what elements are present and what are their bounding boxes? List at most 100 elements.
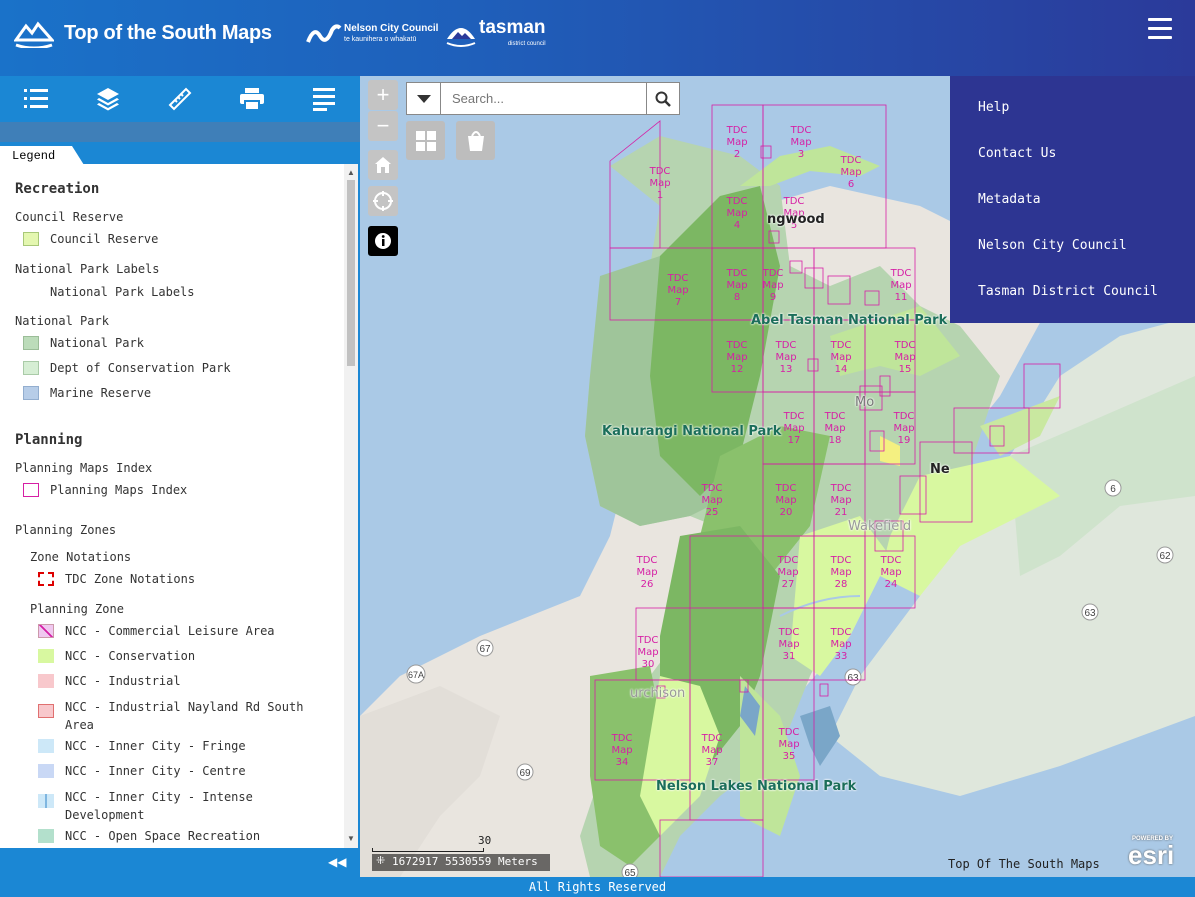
map-sheet-label: TDC xyxy=(830,340,852,351)
legend-item-label: NCC - Conservation xyxy=(65,649,196,663)
legend-item-label: Marine Reserve xyxy=(50,386,152,400)
map-sheet-label: TDC xyxy=(775,340,797,351)
legend-item-tdc-zone-notations: TDC Zone Notations xyxy=(38,572,195,586)
map-sheet-label: 28 xyxy=(835,579,848,590)
bag-icon xyxy=(467,130,484,151)
map-sheet-label: Map xyxy=(790,137,811,148)
zoom-out-button[interactable]: − xyxy=(368,111,398,141)
map-sheet-label: 7 xyxy=(675,297,681,308)
map-sheet-label: TDC xyxy=(777,555,799,566)
map-sheet-label: TDC xyxy=(890,268,912,279)
hwy-label: 69 xyxy=(519,768,531,779)
hamburger-menu-icon[interactable] xyxy=(1148,18,1172,42)
app-title: Top of the South Maps xyxy=(64,21,272,44)
menu-item-metadata[interactable]: Metadata xyxy=(978,192,1041,207)
plus-icon: + xyxy=(376,82,390,107)
map-sheet-label: TDC xyxy=(778,627,800,638)
legend-item-label: Planning Maps Index xyxy=(50,483,188,497)
measure-tool-button[interactable] xyxy=(144,76,216,122)
scroll-up-icon[interactable]: ▲ xyxy=(347,168,355,177)
esri-wordmark: esri xyxy=(1128,840,1175,870)
legend-tool-button[interactable] xyxy=(0,76,72,122)
hwy-label: 62 xyxy=(1159,551,1171,562)
print-tool-button[interactable] xyxy=(216,76,288,122)
hwy-label: 63 xyxy=(1084,608,1096,619)
esri-logo[interactable]: POWERED BY esri xyxy=(1128,836,1175,871)
map-sheet-label: Map xyxy=(726,208,747,219)
collapse-panel-icon[interactable]: ◀◀ xyxy=(328,855,346,869)
legend-item-label: NCC - Commercial Leisure Area xyxy=(65,624,275,638)
search-box xyxy=(406,82,680,115)
map-sheet-label: Map xyxy=(830,639,851,650)
legend-item-marine-reserve: Marine Reserve xyxy=(23,386,151,400)
map-sheet-label: 31 xyxy=(783,651,796,662)
map-sheet-label: Map xyxy=(636,567,657,578)
group-np-labels: National Park Labels xyxy=(15,262,160,276)
map-sheet-label: TDC xyxy=(830,555,852,566)
menu-item-tdc[interactable]: Tasman District Council xyxy=(978,284,1158,299)
layers-tool-button[interactable] xyxy=(72,76,144,122)
map-sheet-label: 24 xyxy=(885,579,898,590)
legend-scrollbar[interactable]: ▲ ▼ xyxy=(344,164,358,848)
zoom-in-button[interactable]: + xyxy=(368,80,398,110)
map-sheet-label: TDC xyxy=(701,483,723,494)
home-button[interactable] xyxy=(368,150,398,180)
map-sheet-label: 3 xyxy=(798,149,804,160)
legend-item-np-labels: National Park Labels xyxy=(50,285,195,299)
tab-legend[interactable]: Legend xyxy=(0,146,84,165)
identify-button[interactable] xyxy=(368,226,398,256)
ruler-icon xyxy=(168,87,192,111)
map-sheet-label: TDC xyxy=(649,166,671,177)
search-button[interactable] xyxy=(646,83,679,114)
group-planning-zone: Planning Zone xyxy=(30,602,124,616)
nelson-label: Ne xyxy=(930,462,950,477)
map-sheet-label: Map xyxy=(840,167,861,178)
app-logo[interactable]: Top of the South Maps xyxy=(14,18,272,48)
swatch xyxy=(38,572,54,586)
map-sheet-label: 13 xyxy=(780,364,793,375)
map-sheet-label: Map xyxy=(701,495,722,506)
legend-item-conservation: NCC - Conservation xyxy=(38,649,195,663)
map-sheet-label: TDC xyxy=(840,155,862,166)
toolbar-subbar xyxy=(0,122,360,142)
legend-item-label: NCC - Industrial Nayland Rd South Area xyxy=(65,700,304,732)
map-sheet-label: 30 xyxy=(642,659,655,670)
group-council-reserve: Council Reserve xyxy=(15,210,124,224)
search-input[interactable] xyxy=(441,83,646,114)
ncc-wave-icon xyxy=(306,24,342,43)
more-tool-button[interactable] xyxy=(288,76,360,122)
tdc-mountain-icon xyxy=(446,28,476,47)
swatch xyxy=(38,704,54,718)
map-sheet-label: 21 xyxy=(835,507,848,518)
map-sheet-label: Map xyxy=(775,495,796,506)
swatch xyxy=(23,386,39,400)
clear-graphics-button[interactable] xyxy=(456,121,495,160)
legend-item-council-reserve: Council Reserve xyxy=(23,232,158,246)
basemap-gallery-button[interactable] xyxy=(406,121,445,160)
map-sheet-label: TDC xyxy=(701,733,723,744)
menu-item-ncc[interactable]: Nelson City Council xyxy=(978,238,1127,253)
ncc-logo[interactable]: Nelson City Council te kaunihera o whakat… xyxy=(306,22,438,46)
map-attribution: Top Of The South Maps xyxy=(948,857,1100,871)
legend-item-inner-city-intense: NCC - Inner City - Intense Development xyxy=(38,788,268,824)
map-sheet-label: TDC xyxy=(783,411,805,422)
ncc-tagline: te kaunihera o whakatū xyxy=(344,36,417,43)
menu-item-help[interactable]: Help xyxy=(978,100,1009,115)
group-zone-notations: Zone Notations xyxy=(30,550,132,564)
nelson-lakes-label: Nelson Lakes National Park xyxy=(656,779,857,794)
map-sheet-label: 19 xyxy=(898,435,911,446)
scroll-down-icon[interactable]: ▼ xyxy=(347,834,355,843)
scroll-thumb[interactable] xyxy=(347,180,355,366)
tdc-logo[interactable]: tasman district council xyxy=(446,18,546,52)
swatch xyxy=(23,361,39,375)
search-icon xyxy=(655,91,671,107)
map-sheet-label: Map xyxy=(762,280,783,291)
search-source-dropdown[interactable] xyxy=(407,83,441,114)
locate-button[interactable] xyxy=(368,186,398,216)
swatch xyxy=(38,624,54,638)
map-sheet-label: Map xyxy=(726,280,747,291)
menu-item-contact[interactable]: Contact Us xyxy=(978,146,1056,161)
map-sheet-label: 34 xyxy=(616,757,629,768)
map-sheet-label: 35 xyxy=(783,751,796,762)
side-toolbar xyxy=(0,76,360,122)
